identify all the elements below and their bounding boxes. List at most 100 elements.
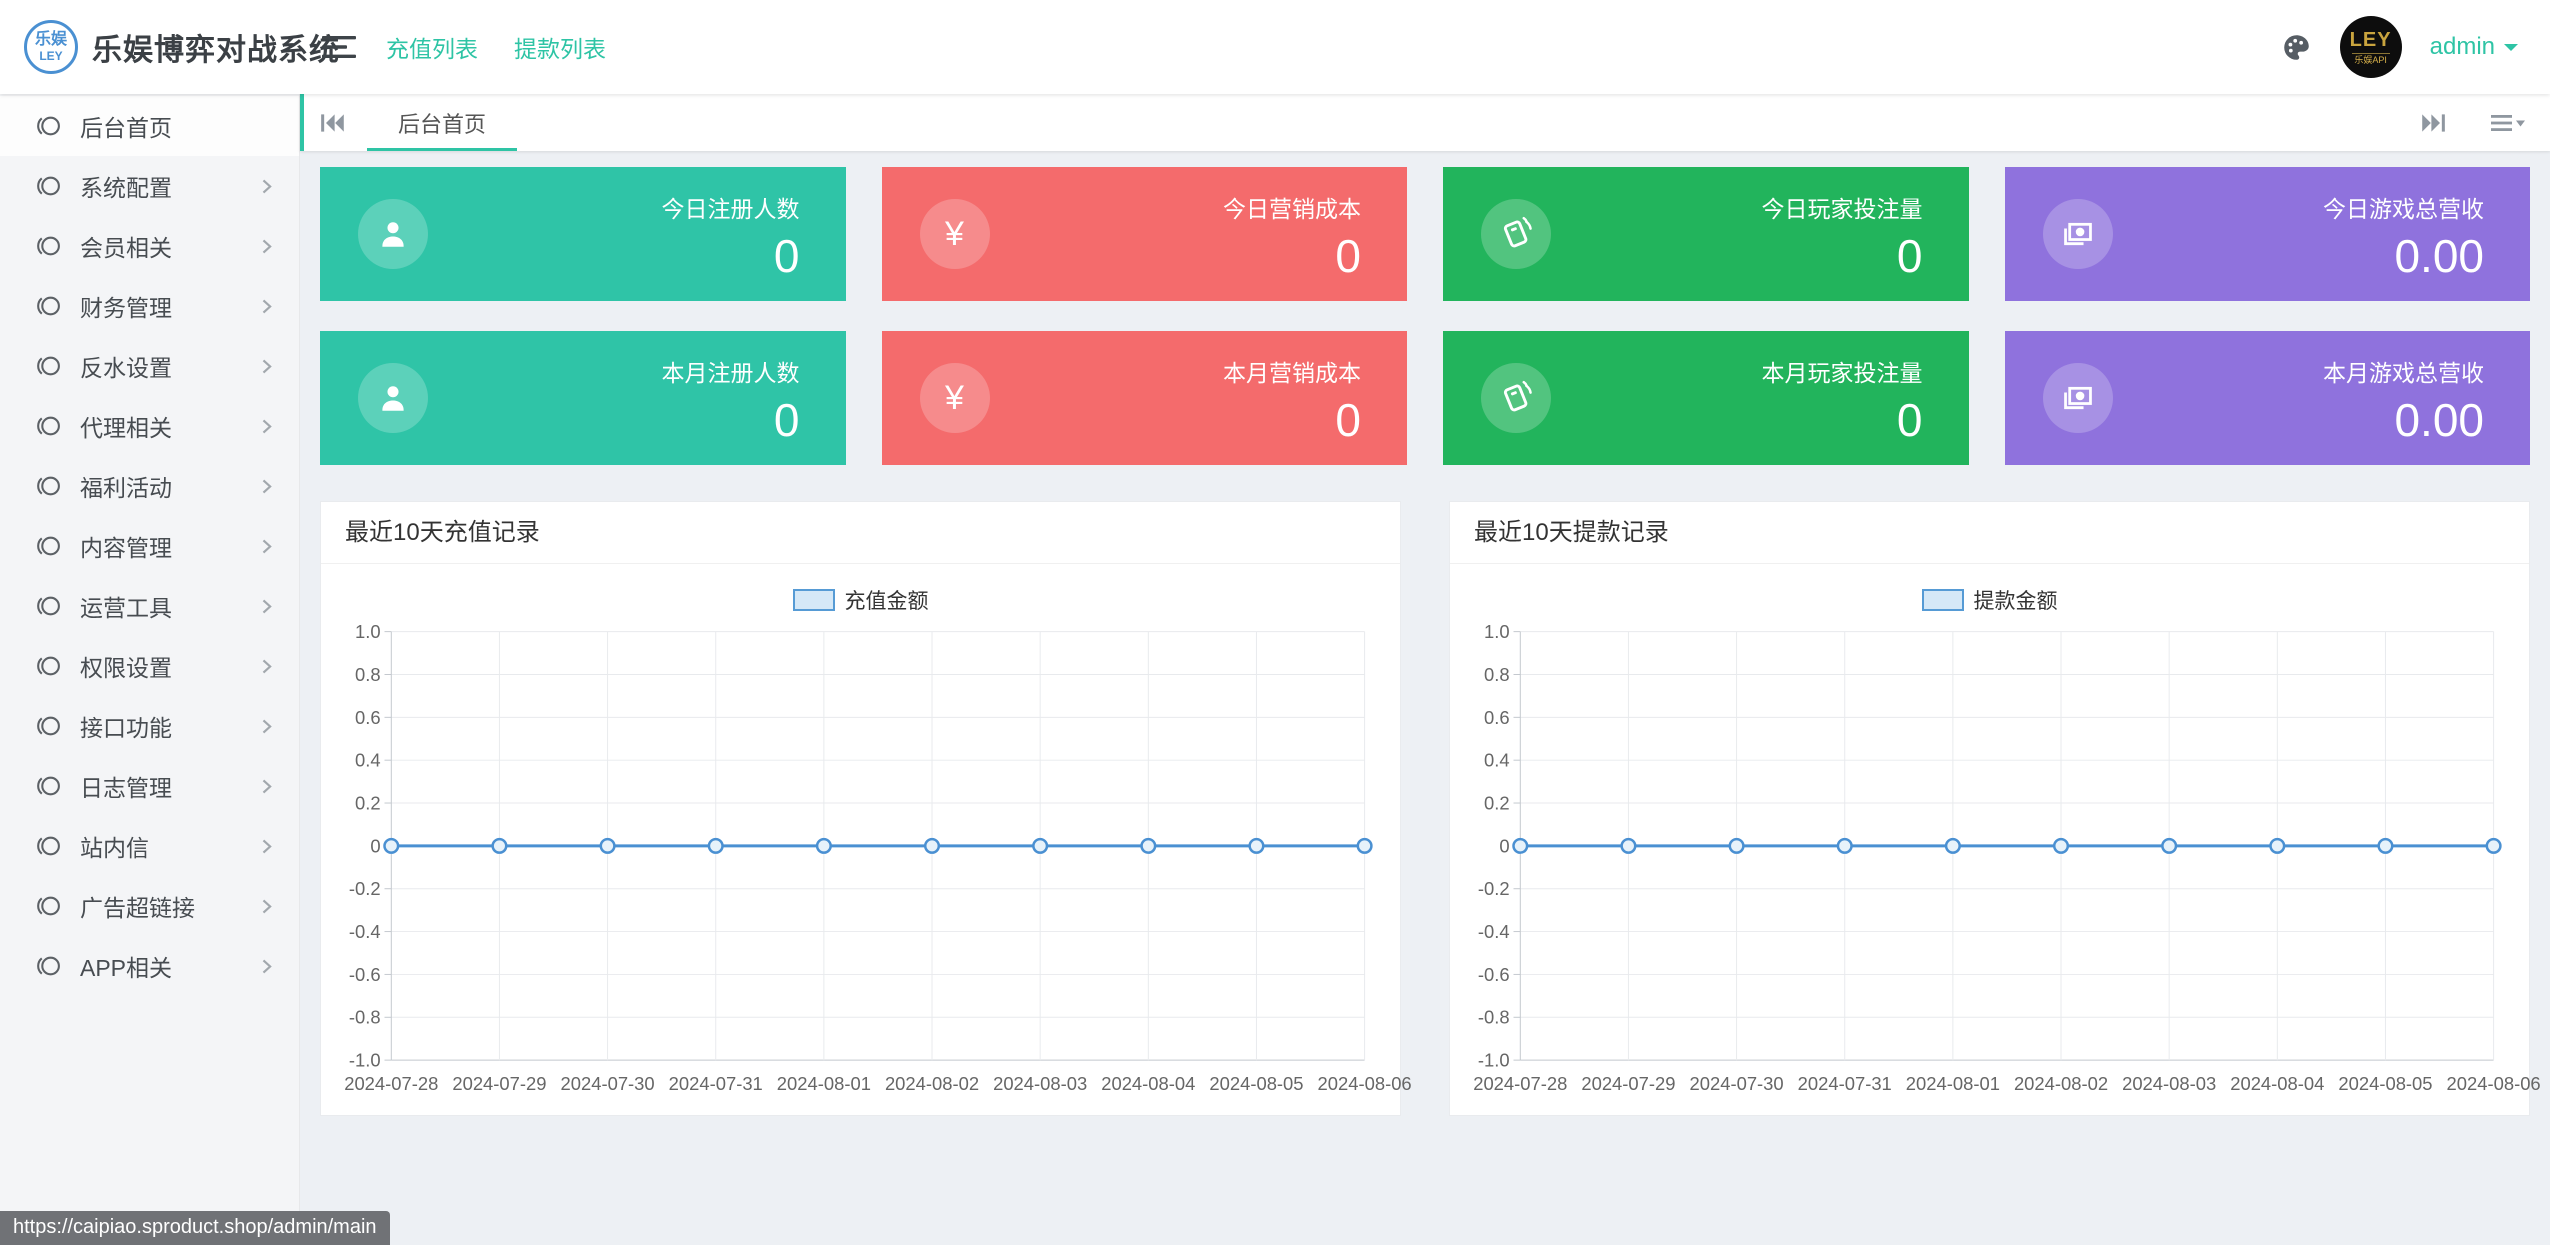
- stat-card-label: 今日注册人数: [662, 190, 800, 224]
- svg-text:2024-08-03: 2024-08-03: [2122, 1073, 2216, 1094]
- chart-legend[interactable]: 提款金额: [1466, 584, 2513, 616]
- sidebar-item[interactable]: 后台首页: [0, 96, 299, 156]
- stat-card-label: 本月玩家投注量: [1762, 354, 1923, 388]
- user-menu[interactable]: admin: [2430, 33, 2518, 61]
- svg-text:1.0: 1.0: [355, 621, 381, 642]
- content-column: 后台首页: [300, 94, 2550, 1245]
- sidebar-item-label: 反水设置: [80, 349, 260, 383]
- palette-icon: [2281, 32, 2312, 63]
- chevron-right-icon: [260, 838, 273, 855]
- sidebar-item[interactable]: 站内信: [0, 816, 299, 876]
- avatar-sub-text: 乐娱API: [2354, 56, 2387, 65]
- tabs: 后台首页: [362, 94, 522, 151]
- chart-panel: 最近10天充值记录 充值金额 1.00.80.60.40.20-0.2-0.4-…: [320, 501, 1401, 1116]
- sidebar-item[interactable]: 广告超链接: [0, 876, 299, 936]
- chart-legend[interactable]: 充值金额: [337, 584, 1384, 616]
- banknote-icon: [2060, 380, 2096, 416]
- banknote-icon-badge: [2043, 199, 2113, 269]
- tab-bar-right: [2404, 110, 2550, 136]
- svg-text:2024-07-29: 2024-07-29: [452, 1073, 546, 1094]
- svg-text:2024-08-06: 2024-08-06: [1318, 1073, 1412, 1094]
- tab-scroll-left-button[interactable]: [304, 110, 362, 136]
- tab-options-button[interactable]: [2490, 110, 2526, 136]
- bet-cards-icon: [1498, 380, 1534, 416]
- sidebar-item[interactable]: 会员相关: [0, 216, 299, 276]
- bet-cards-icon-badge: [1481, 199, 1551, 269]
- line-chart: 1.00.80.60.40.20-0.2-0.4-0.6-0.8-1.02024…: [1466, 620, 2513, 1105]
- svg-text:-0.4: -0.4: [349, 921, 381, 942]
- chevron-right-icon: [260, 658, 273, 675]
- chevron-right-icon: [260, 478, 273, 495]
- svg-text:-0.2: -0.2: [349, 878, 381, 899]
- svg-text:-0.8: -0.8: [1478, 1007, 1510, 1028]
- legend-label: 充值金额: [845, 585, 929, 615]
- sidebar-item[interactable]: APP相关: [0, 936, 299, 996]
- legend-swatch-icon: [793, 589, 835, 611]
- sidebar-item-label: 代理相关: [80, 409, 260, 443]
- sidebar-item[interactable]: 系统配置: [0, 156, 299, 216]
- sidebar-item[interactable]: 财务管理: [0, 276, 299, 336]
- svg-text:0.8: 0.8: [355, 664, 381, 685]
- svg-text:2024-08-01: 2024-08-01: [1906, 1073, 2000, 1094]
- app-title: 乐娱博弈对战系统: [92, 25, 340, 69]
- header-nav-link[interactable]: 提款列表: [514, 30, 606, 64]
- circle-menu-icon: [34, 773, 62, 799]
- circle-menu-icon: [34, 893, 62, 919]
- chart-panel: 最近10天提款记录 提款金额 1.00.80.60.40.20-0.2-0.4-…: [1449, 501, 2530, 1116]
- theme-button[interactable]: [2281, 32, 2312, 63]
- stat-card-value: 0: [662, 233, 800, 279]
- link-preview-statusbar: https://caipiao.sproduct.shop/admin/main: [0, 1211, 390, 1245]
- tab-label: 后台首页: [398, 107, 486, 139]
- tab-scroll-left-icon: [319, 110, 347, 136]
- sidebar-item[interactable]: 反水设置: [0, 336, 299, 396]
- user-icon-badge: [358, 363, 428, 433]
- chevron-right-icon: [260, 718, 273, 735]
- sidebar-item-label: 站内信: [80, 829, 260, 863]
- circle-menu-icon: [34, 233, 62, 259]
- bet-cards-icon-badge: [1481, 363, 1551, 433]
- yen-icon: ¥: [945, 215, 964, 254]
- svg-text:-0.2: -0.2: [1478, 878, 1510, 899]
- sidebar-item[interactable]: 日志管理: [0, 756, 299, 816]
- svg-text:2024-08-02: 2024-08-02: [885, 1073, 979, 1094]
- svg-text:2024-08-05: 2024-08-05: [2338, 1073, 2432, 1094]
- sidebar-item[interactable]: 运营工具: [0, 576, 299, 636]
- chart-panel-title: 最近10天充值记录: [321, 502, 1400, 564]
- sidebar-item[interactable]: 接口功能: [0, 696, 299, 756]
- logo-text-en: LEY: [39, 50, 62, 62]
- sidebar-collapse-button[interactable]: [322, 33, 356, 61]
- svg-text:0.2: 0.2: [355, 792, 381, 813]
- header-nav-link[interactable]: 充值列表: [386, 30, 478, 64]
- header-right: LEY 乐娱API admin: [2281, 16, 2550, 78]
- stat-card-label: 本月注册人数: [662, 354, 800, 388]
- stat-card: 今日玩家投注量 0: [1443, 167, 1969, 301]
- chevron-right-icon: [260, 598, 273, 615]
- svg-text:1.0: 1.0: [1484, 621, 1510, 642]
- sidebar-item-label: 后台首页: [80, 109, 260, 143]
- sidebar-item[interactable]: 福利活动: [0, 456, 299, 516]
- svg-text:-0.4: -0.4: [1478, 921, 1510, 942]
- chevron-right-icon: [260, 178, 273, 195]
- sidebar-item[interactable]: 代理相关: [0, 396, 299, 456]
- circle-menu-icon: [34, 173, 62, 199]
- chart-panel-title: 最近10天提款记录: [1450, 502, 2529, 564]
- hamburger-icon: [322, 33, 356, 61]
- sidebar-item[interactable]: 内容管理: [0, 516, 299, 576]
- tab-item[interactable]: 后台首页: [362, 94, 522, 151]
- stat-card-value: 0: [662, 397, 800, 443]
- sidebar-item[interactable]: 权限设置: [0, 636, 299, 696]
- circle-menu-icon: [34, 473, 62, 499]
- circle-menu-icon: [34, 533, 62, 559]
- user-avatar[interactable]: LEY 乐娱API: [2340, 16, 2402, 78]
- banknote-icon-badge: [2043, 363, 2113, 433]
- svg-text:2024-07-30: 2024-07-30: [561, 1073, 655, 1094]
- logo-area: 乐娱 LEY 乐娱博弈对战系统: [0, 20, 300, 74]
- svg-text:-1.0: -1.0: [349, 1050, 381, 1071]
- svg-text:2024-08-04: 2024-08-04: [2230, 1073, 2324, 1094]
- stat-card: 本月游戏总营收 0.00: [2005, 331, 2531, 465]
- tab-scroll-right-button[interactable]: [2404, 110, 2462, 136]
- svg-text:0.4: 0.4: [1484, 750, 1510, 771]
- svg-text:0: 0: [370, 835, 380, 856]
- stat-card-label: 本月游戏总营收: [2323, 354, 2484, 388]
- logo-text-zh: 乐娱: [35, 32, 67, 48]
